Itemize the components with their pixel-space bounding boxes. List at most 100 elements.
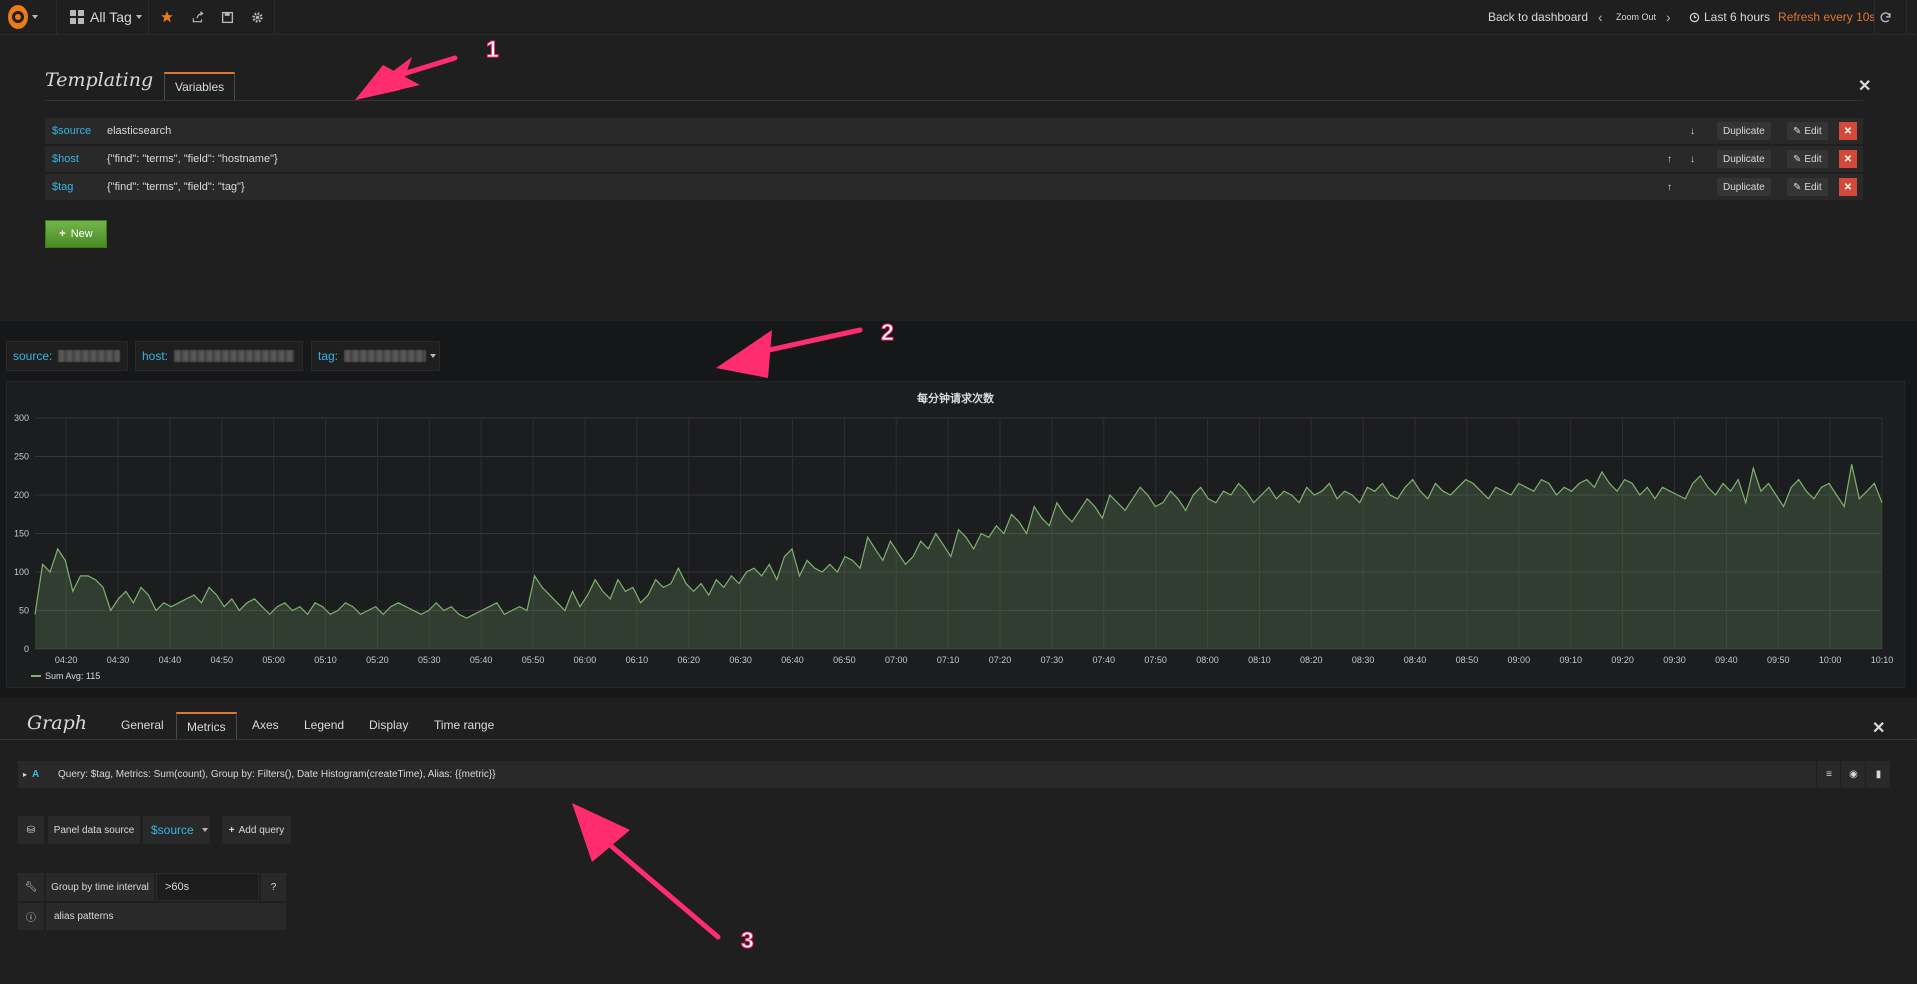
variable-selector-label: host: (142, 349, 169, 363)
x-tick-label: 08:20 (1300, 655, 1323, 665)
new-variable-label: New (70, 228, 93, 240)
dashboard-title-dropdown[interactable]: All Tag (70, 0, 142, 34)
variable-name-link[interactable]: $host (45, 153, 107, 165)
delete-button[interactable]: ✕ (1839, 150, 1857, 168)
close-icon: ✕ (1843, 181, 1853, 193)
templating-title: Templating (45, 69, 154, 91)
save-button[interactable] (221, 0, 234, 34)
info-icon: ⓘ (26, 913, 36, 924)
variable-selector-label: source: (13, 349, 53, 363)
tab-legend[interactable]: Legend (304, 712, 344, 738)
x-tick-label: 08:00 (1196, 655, 1219, 665)
wrench-icon: 🔧︎ (24, 881, 38, 893)
tab-metrics[interactable]: Metrics (176, 712, 237, 740)
edit-button[interactable]: ✎ Edit (1787, 178, 1828, 196)
y-tick-label: 0 (24, 644, 29, 654)
close-templating-button[interactable]: ✕ (1858, 76, 1871, 96)
y-tick-label: 100 (14, 567, 29, 577)
time-range-label: Last 6 hours (1704, 10, 1771, 24)
edit-label: Edit (1804, 153, 1822, 165)
edit-button[interactable]: ✎ Edit (1787, 150, 1828, 168)
query-summary[interactable]: Query: $tag, Metrics: Sum(count), Group … (58, 769, 1890, 780)
x-tick-label: 08:50 (1456, 655, 1479, 665)
x-tick-label: 06:00 (574, 655, 597, 665)
group-by-label: Group by time interval (46, 873, 154, 901)
tab-variables[interactable]: Variables (164, 72, 236, 100)
query-menu-button[interactable]: ≡ (1816, 761, 1841, 788)
graph-chart: 0 50 100 150 200 250 300 04:20 04:30 04:40 04:50 05… (14, 413, 1894, 665)
add-query-label: Add query (238, 824, 285, 836)
question-icon: ? (270, 881, 277, 893)
x-tick-label: 09:40 (1715, 655, 1738, 665)
edit-icon: ✎ (1793, 181, 1802, 193)
tab-general[interactable]: General (121, 712, 164, 738)
delete-button[interactable]: ✕ (1839, 122, 1857, 140)
legend-swatch (31, 675, 41, 677)
variable-name-link[interactable]: $tag (45, 181, 107, 193)
x-tick-label: 04:30 (107, 655, 130, 665)
x-tick-label: 08:30 (1352, 655, 1375, 665)
chevron-right-icon: › (1666, 9, 1671, 25)
legend-item-sum[interactable]: Sum Avg: 115 (31, 671, 100, 681)
tab-variables-label: Variables (175, 80, 225, 94)
add-query-button[interactable]: + Add query (222, 816, 291, 844)
data-source-select[interactable]: $source (143, 816, 210, 844)
x-tick-label: 10:10 (1871, 655, 1894, 665)
time-range-picker[interactable]: Last 6 hours Refresh every 10s (1689, 0, 1875, 34)
duplicate-button[interactable]: Duplicate (1717, 178, 1771, 196)
tab-axes[interactable]: Axes (252, 712, 279, 738)
group-by-input[interactable]: >60s (156, 873, 259, 901)
x-tick-label: 06:30 (729, 655, 752, 665)
x-tick-label: 04:20 (55, 655, 78, 665)
variable-selector-tag[interactable]: tag: (311, 341, 440, 371)
dashboard-grid-icon (70, 10, 84, 24)
x-tick-label: 06:10 (626, 655, 649, 665)
query-row: ▸ A Query: $tag, Metrics: Sum(count), Gr… (18, 761, 1890, 788)
move-up-button[interactable]: ↑ (1667, 150, 1672, 168)
share-icon (192, 11, 204, 23)
arrow-up-icon: ↑ (1667, 153, 1672, 165)
star-button[interactable] (160, 0, 174, 34)
alias-patterns-toggle[interactable]: alias patterns (46, 903, 286, 930)
delete-button[interactable]: ✕ (1839, 178, 1857, 196)
move-down-button[interactable]: ↓ (1690, 150, 1695, 168)
time-shift-back-button[interactable]: ‹ (1598, 0, 1603, 34)
move-down-button[interactable]: ↓ (1690, 122, 1695, 140)
variable-query: elasticsearch (107, 125, 172, 137)
help-button[interactable]: ? (261, 873, 286, 901)
tab-time-range[interactable]: Time range (434, 712, 494, 738)
x-tick-label: 07:40 (1093, 655, 1116, 665)
settings-button[interactable] (251, 0, 264, 34)
back-to-dashboard-link[interactable]: Back to dashboard (1488, 0, 1588, 34)
time-shift-forward-button[interactable]: › (1666, 0, 1671, 34)
close-editor-button[interactable]: ✕ (1872, 718, 1885, 738)
y-tick-label: 300 (14, 413, 29, 423)
toggle-query-button[interactable]: ◉ (1840, 761, 1866, 788)
variable-row-source: $source elasticsearch ↓ Duplicate ✎ Edit … (45, 118, 1863, 144)
variable-name-link[interactable]: $source (45, 125, 107, 137)
refresh-button[interactable] (1879, 0, 1892, 34)
tab-display[interactable]: Display (369, 712, 408, 738)
info-icon-box: ⓘ (18, 903, 44, 930)
grafana-logo-menu[interactable] (8, 0, 38, 34)
x-tick-label: 09:30 (1663, 655, 1686, 665)
new-variable-button[interactable]: + New (45, 220, 107, 248)
variable-selector-source[interactable]: source: (6, 341, 128, 371)
database-icon: ⛁ (26, 824, 36, 836)
share-button[interactable] (191, 0, 205, 34)
move-up-button[interactable]: ↑ (1667, 178, 1672, 196)
y-tick-label: 200 (14, 490, 29, 500)
database-icon-box: ⛁ (18, 816, 44, 844)
duplicate-button[interactable]: Duplicate (1717, 122, 1771, 140)
variable-selector-host[interactable]: host: (135, 341, 303, 371)
query-letter[interactable]: A (32, 769, 58, 780)
plus-icon: + (228, 824, 235, 836)
zoom-out-button[interactable]: Zoom Out (1616, 0, 1656, 34)
remove-query-button[interactable]: ▮ (1865, 761, 1891, 788)
x-tick-label: 07:10 (937, 655, 960, 665)
caret-right-icon[interactable]: ▸ (18, 770, 32, 779)
duplicate-button[interactable]: Duplicate (1717, 150, 1771, 168)
edit-button[interactable]: ✎ Edit (1787, 122, 1828, 140)
refresh-icon (1880, 11, 1891, 22)
variable-row-tag: $tag {"find": "terms", "field": "tag"} ↑… (45, 174, 1863, 200)
